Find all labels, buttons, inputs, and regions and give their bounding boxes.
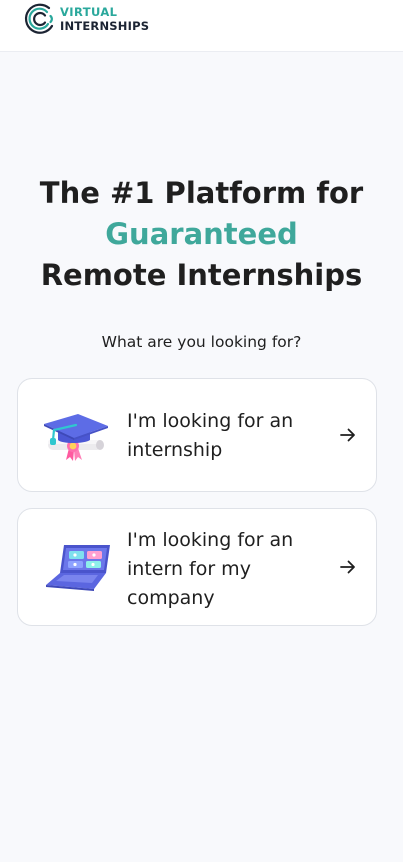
option-card-company[interactable]: I'm looking for an intern for my company (17, 508, 377, 626)
option-label: I'm looking for an intern for my company (127, 529, 294, 609)
hero-line-1: The #1 Platform for (39, 176, 364, 210)
hero-heading: The #1 Platform for Guaranteed Remote In… (0, 173, 403, 296)
logo-line-1: VIRTUAL (60, 5, 118, 19)
option-card-internship[interactable]: I'm looking for an internship (17, 378, 377, 492)
arrow-right-icon (340, 560, 355, 574)
logo-line-2: INTERNSHIPS (60, 19, 150, 33)
option-label: I'm looking for an internship (127, 410, 294, 461)
logo-link[interactable]: VIRTUAL INTERNSHIPS (24, 2, 174, 36)
arrow-right-icon (340, 428, 355, 442)
hero-line-3: Remote Internships (40, 258, 363, 292)
question-text: What are you looking for? (101, 333, 302, 351)
hero-accent: Guaranteed (105, 217, 298, 251)
laptop-icon (46, 545, 110, 591)
logo-icon (24, 3, 54, 34)
top-header: VIRTUAL INTERNSHIPS (0, 0, 403, 52)
logo-text: VIRTUAL INTERNSHIPS (60, 5, 149, 33)
graduation-cap-icon (44, 414, 108, 461)
